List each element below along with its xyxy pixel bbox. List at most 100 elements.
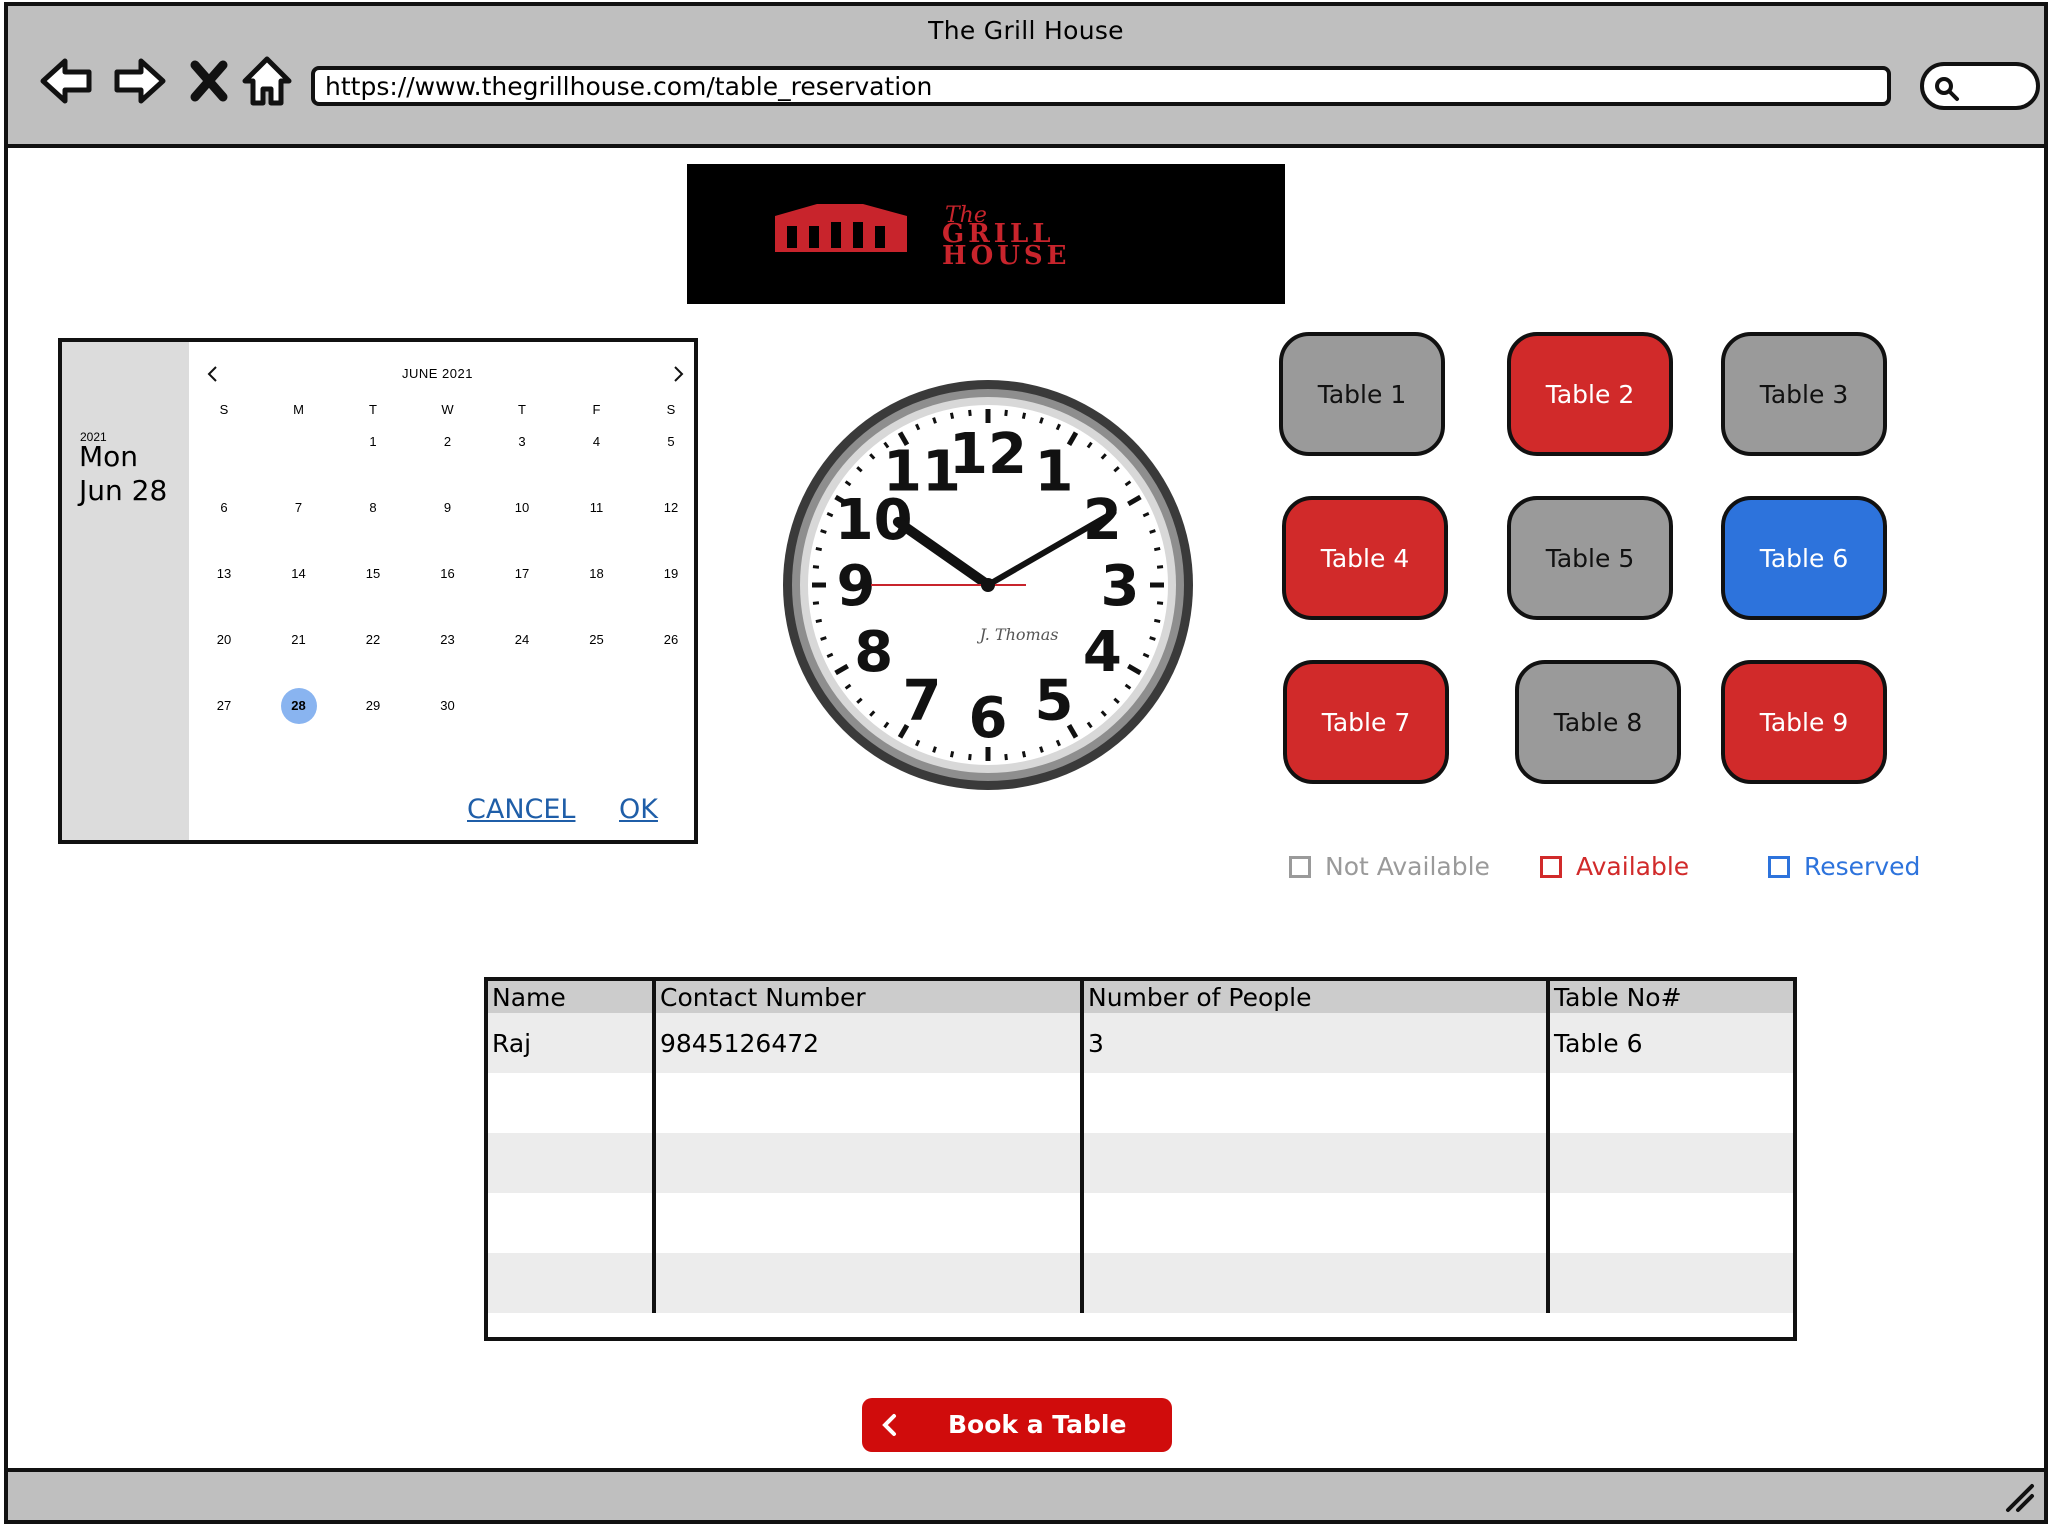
clock-tick — [820, 636, 827, 641]
chevron-left-icon — [882, 1414, 896, 1436]
table-2-button[interactable]: Table 2 — [1507, 332, 1673, 456]
calendar-day[interactable]: 25 — [579, 622, 615, 658]
table-8-button[interactable]: Table 8 — [1515, 660, 1681, 784]
resize-grip-icon[interactable] — [2002, 1480, 2036, 1514]
browser-window: The Grill House https://www.thegrillhous… — [4, 2, 2048, 1524]
legend-not-available[interactable]: Not Available — [1289, 852, 1490, 881]
table-row[interactable]: Raj 9845126472 3 Table 6 — [488, 1013, 1793, 1073]
clock-tick — [1039, 417, 1044, 424]
calendar-day[interactable]: 9 — [430, 490, 466, 526]
table-9-button[interactable]: Table 9 — [1721, 660, 1887, 784]
calendar-day[interactable]: 10 — [504, 490, 540, 526]
legend-reserved[interactable]: Reserved — [1768, 852, 1920, 881]
calendar-day[interactable]: 24 — [504, 622, 540, 658]
cell-name[interactable] — [488, 1133, 654, 1193]
cell-contact[interactable] — [652, 1133, 1082, 1193]
ok-button[interactable]: OK — [619, 794, 658, 825]
calendar-day[interactable]: 20 — [206, 622, 242, 658]
weekday-header: M — [293, 402, 304, 417]
cell-name[interactable] — [488, 1193, 654, 1253]
calendar-day[interactable]: 13 — [206, 556, 242, 592]
table-6-button[interactable]: Table 6 — [1721, 496, 1887, 620]
table-row[interactable] — [488, 1133, 1793, 1193]
cell-table-no[interactable] — [1546, 1253, 1793, 1313]
calendar-day[interactable]: 16 — [430, 556, 466, 592]
cell-name[interactable] — [488, 1073, 654, 1133]
cell-contact[interactable] — [652, 1193, 1082, 1253]
cell-table-no[interactable]: Table 6 — [1546, 1013, 1793, 1073]
table-row[interactable] — [488, 1253, 1793, 1313]
cell-contact[interactable] — [652, 1253, 1082, 1313]
column-header-people[interactable]: Number of People — [1080, 981, 1548, 1013]
date-picker-header: 2021 Mon Jun 28 — [62, 342, 189, 840]
search-field[interactable] — [1920, 62, 2040, 110]
table-3-button[interactable]: Table 3 — [1721, 332, 1887, 456]
cell-name[interactable]: Raj — [488, 1013, 654, 1073]
table-4-button[interactable]: Table 4 — [1282, 496, 1448, 620]
checkbox-available[interactable] — [1540, 855, 1562, 878]
cell-people[interactable] — [1080, 1193, 1548, 1253]
checkbox-not-available[interactable] — [1289, 855, 1311, 878]
column-header-table-no[interactable]: Table No# — [1546, 981, 1793, 1013]
home-icon[interactable] — [236, 50, 298, 112]
table-row[interactable] — [488, 1073, 1793, 1133]
table-7-button[interactable]: Table 7 — [1283, 660, 1449, 784]
clock-numeral: 9 — [837, 554, 876, 619]
table-1-button[interactable]: Table 1 — [1279, 332, 1445, 456]
calendar-day[interactable]: 27 — [206, 688, 242, 724]
clock-numeral: 8 — [854, 620, 893, 685]
calendar-day[interactable]: 8 — [355, 490, 391, 526]
calendar-day[interactable]: 17 — [504, 556, 540, 592]
calendar-day[interactable]: 26 — [653, 622, 689, 658]
calendar-day[interactable]: 15 — [355, 556, 391, 592]
forward-icon[interactable] — [108, 50, 170, 112]
calendar-day[interactable]: 12 — [653, 490, 689, 526]
checkbox-reserved[interactable] — [1768, 855, 1790, 878]
calendar-day[interactable]: 29 — [355, 688, 391, 724]
cell-people[interactable] — [1080, 1073, 1548, 1133]
next-month-icon[interactable] — [666, 362, 690, 386]
legend-available-label: Available — [1576, 852, 1690, 881]
selected-weekday: Mon — [79, 440, 139, 473]
clock-tick — [1156, 601, 1164, 605]
column-header-name[interactable]: Name — [488, 981, 654, 1013]
cell-contact[interactable]: 9845126472 — [652, 1013, 1082, 1073]
calendar-day[interactable]: 19 — [653, 556, 689, 592]
calendar-day[interactable]: 30 — [430, 688, 466, 724]
calendar-day[interactable]: 14 — [281, 556, 317, 592]
calendar-day[interactable]: 4 — [579, 424, 615, 460]
calendar-day[interactable]: 2 — [430, 424, 466, 460]
cell-table-no[interactable] — [1546, 1133, 1793, 1193]
table-header-row: Name Contact Number Number of People Tab… — [488, 981, 1793, 1013]
back-icon[interactable] — [36, 50, 98, 112]
calendar-day-selected[interactable]: 28 — [280, 688, 317, 724]
legend-available[interactable]: Available — [1540, 852, 1689, 881]
cell-name[interactable] — [488, 1253, 654, 1313]
stop-icon[interactable] — [178, 50, 240, 112]
cell-table-no[interactable] — [1546, 1193, 1793, 1253]
calendar-day[interactable]: 21 — [281, 622, 317, 658]
calendar-day[interactable]: 3 — [504, 424, 540, 460]
column-header-contact[interactable]: Contact Number — [652, 981, 1082, 1013]
cell-people[interactable] — [1080, 1253, 1548, 1313]
calendar-day[interactable]: 23 — [430, 622, 466, 658]
calendar-day[interactable]: 6 — [206, 490, 242, 526]
calendar-day[interactable]: 22 — [355, 622, 391, 658]
book-table-button[interactable]: Book a Table — [862, 1398, 1172, 1452]
month-label: JUNE 2021 — [402, 366, 473, 381]
cell-contact[interactable] — [652, 1073, 1082, 1133]
prev-month-icon[interactable] — [201, 362, 225, 386]
calendar-day[interactable]: 1 — [355, 424, 391, 460]
cancel-button[interactable]: CANCEL — [467, 794, 575, 825]
calendar-day[interactable]: 7 — [281, 490, 317, 526]
url-bar[interactable]: https://www.thegrillhouse.com/table_rese… — [311, 66, 1891, 106]
calendar-day[interactable]: 11 — [579, 490, 615, 526]
cell-table-no[interactable] — [1546, 1073, 1793, 1133]
calendar-day[interactable]: 18 — [579, 556, 615, 592]
clock-numeral: 3 — [1101, 554, 1140, 619]
cell-people[interactable] — [1080, 1133, 1548, 1193]
cell-people[interactable]: 3 — [1080, 1013, 1548, 1073]
table-row[interactable] — [488, 1193, 1793, 1253]
calendar-day[interactable]: 5 — [653, 424, 689, 460]
table-5-button[interactable]: Table 5 — [1507, 496, 1673, 620]
